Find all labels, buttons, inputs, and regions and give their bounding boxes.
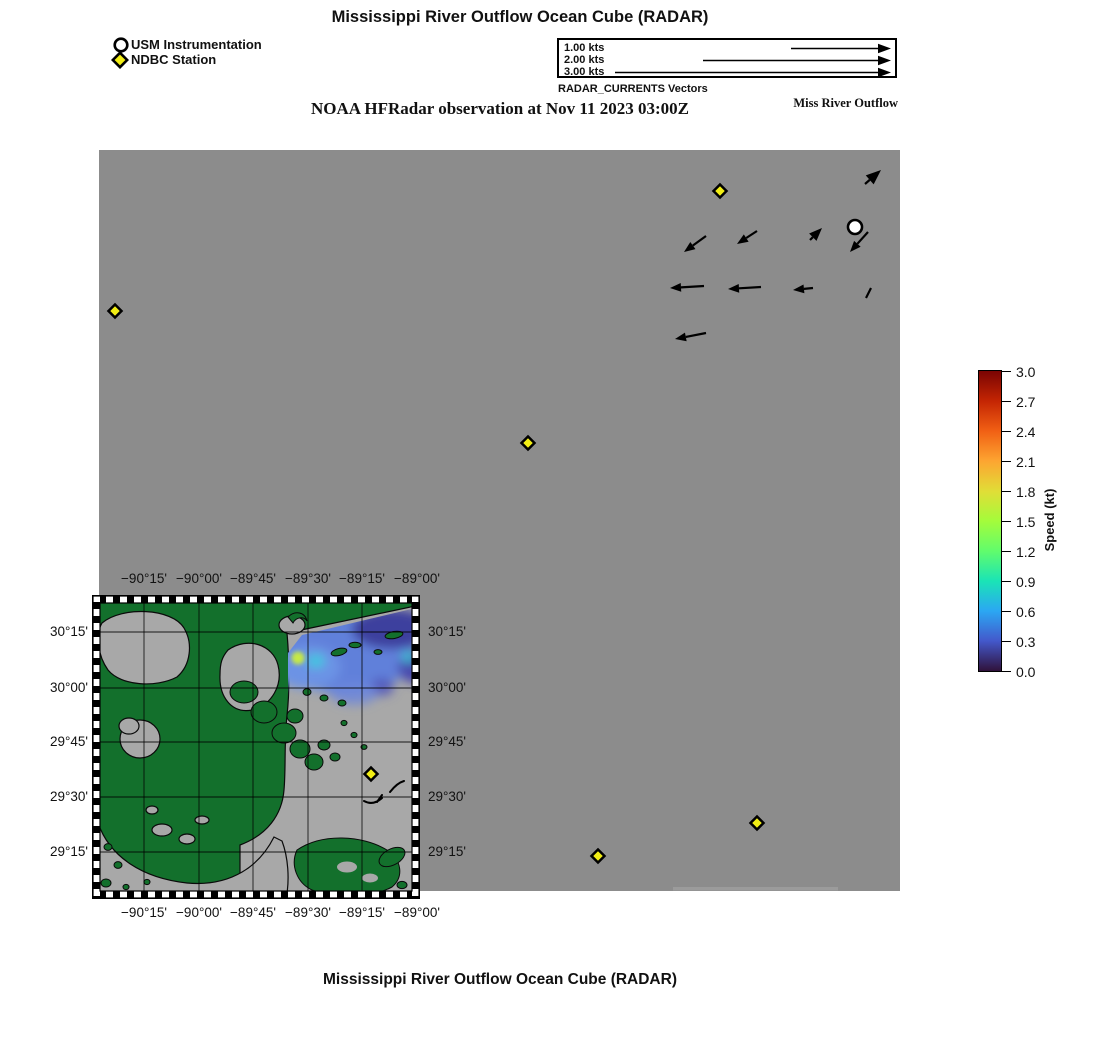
colorbar-tick bbox=[1002, 431, 1011, 433]
colorbar-tick-label: 2.1 bbox=[1016, 453, 1035, 471]
colorbar-tick bbox=[1002, 491, 1011, 493]
vector-scale-row-label: 1.00 kts bbox=[564, 42, 604, 54]
colorbar-tick-label: 2.4 bbox=[1016, 423, 1035, 441]
radar-map-figure: Mississippi River Outflow Ocean Cube (RA… bbox=[0, 0, 1100, 1050]
inset-latitude-label: 29°45' bbox=[36, 733, 88, 751]
current-vector-shaft bbox=[739, 287, 761, 288]
vector-scale-box: 1.00 kts2.00 kts3.00 kts bbox=[557, 38, 897, 78]
inset-coastal-map bbox=[92, 595, 420, 899]
vector-scale-row-label: 3.00 kts bbox=[564, 66, 604, 78]
inset-latitude-label: 29°45' bbox=[428, 733, 480, 751]
colorbar-tick-label: 1.8 bbox=[1016, 483, 1035, 501]
ndbc-diamond-icon bbox=[111, 51, 129, 69]
vector-scale-arrowhead bbox=[878, 56, 891, 66]
legend-ndbc-label: NDBC Station bbox=[131, 53, 216, 67]
colorbar-tick-label: 0.3 bbox=[1016, 633, 1035, 651]
current-vector-shaft bbox=[866, 288, 871, 298]
inset-latitude-label: 30°00' bbox=[36, 679, 88, 697]
current-vector-shaft bbox=[681, 286, 704, 287]
colorbar-tick-label: 3.0 bbox=[1016, 363, 1035, 381]
small-lake-lobe bbox=[119, 718, 139, 734]
colorbar-tick bbox=[1002, 521, 1011, 523]
inset-longitude-label: −89°15' bbox=[332, 904, 392, 922]
current-vector-head bbox=[675, 333, 687, 342]
current-vector-shaft bbox=[746, 231, 757, 238]
inset-longitude-label: −89°45' bbox=[223, 904, 283, 922]
colorbar: 3.02.72.42.11.81.51.20.90.60.30.0 bbox=[978, 370, 1000, 670]
colorbar-tick bbox=[1002, 581, 1011, 583]
inset-longitude-label: −89°15' bbox=[332, 570, 392, 588]
inset-latitude-label: 29°15' bbox=[428, 843, 480, 861]
current-vector-shaft bbox=[686, 333, 706, 337]
colorbar-axis-label: Speed (kt) bbox=[1040, 440, 1060, 600]
colorbar-tick bbox=[1002, 671, 1011, 673]
inset-longitude-label: −89°00' bbox=[387, 570, 447, 588]
inset-latitude-label: 30°15' bbox=[36, 623, 88, 641]
inset-latitude-label: 29°30' bbox=[36, 788, 88, 806]
inset-longitude-label: −90°00' bbox=[169, 570, 229, 588]
vector-scale-arrowhead bbox=[878, 68, 891, 76]
ndbc-station-marker bbox=[522, 437, 535, 450]
current-vector-head bbox=[737, 234, 749, 244]
inset-longitude-label: −90°15' bbox=[114, 570, 174, 588]
model-name-label: Miss River Outflow bbox=[700, 96, 898, 111]
page-title: Mississippi River Outflow Ocean Cube (RA… bbox=[0, 8, 1040, 27]
colorbar-tick bbox=[1002, 641, 1011, 643]
current-vector-shaft bbox=[865, 180, 870, 184]
inset-latitude-label: 29°30' bbox=[428, 788, 480, 806]
usm-instrumentation-marker bbox=[848, 220, 862, 234]
ndbc-station-marker bbox=[714, 185, 727, 198]
current-vector-head bbox=[684, 242, 695, 252]
current-vector-shaft bbox=[693, 236, 706, 246]
inset-coastal-svg bbox=[92, 595, 420, 899]
current-vector-shaft bbox=[804, 288, 813, 289]
colorbar-tick bbox=[1002, 371, 1011, 373]
inset-longitude-label: −89°45' bbox=[223, 570, 283, 588]
current-vector-head bbox=[670, 283, 681, 292]
vector-scale-caption: RADAR_CURRENTS Vectors bbox=[558, 83, 708, 95]
inset-longitude-label: −89°00' bbox=[387, 904, 447, 922]
inset-longitude-label: −90°15' bbox=[114, 904, 174, 922]
ndbc-station-marker bbox=[592, 850, 605, 863]
colorbar-tick bbox=[1002, 611, 1011, 613]
current-vector-shaft bbox=[810, 237, 813, 240]
inset-latitude-label: 29°15' bbox=[36, 843, 88, 861]
vector-scale-arrowhead bbox=[878, 44, 891, 54]
current-vector-head bbox=[728, 284, 739, 293]
colorbar-tick-label: 0.6 bbox=[1016, 603, 1035, 621]
inset-longitude-label: −89°30' bbox=[278, 904, 338, 922]
ndbc-station-marker bbox=[751, 817, 764, 830]
colorbar-tick-label: 2.7 bbox=[1016, 393, 1035, 411]
colorbar-tick bbox=[1002, 401, 1011, 403]
inset-latitude-label: 30°15' bbox=[428, 623, 480, 641]
shoreline-fragment bbox=[673, 887, 838, 891]
colorbar-tick-label: 1.5 bbox=[1016, 513, 1035, 531]
ndbc-station-marker bbox=[109, 305, 122, 318]
colorbar-tick-label: 0.9 bbox=[1016, 573, 1035, 591]
colorbar-tick-label: 1.2 bbox=[1016, 543, 1035, 561]
vector-scale-row-label: 2.00 kts bbox=[564, 54, 604, 66]
colorbar-tick-label: 0.0 bbox=[1016, 663, 1035, 681]
high-speed-spot bbox=[292, 652, 305, 665]
colorbar-tick bbox=[1002, 551, 1011, 553]
vector-scale-arrows bbox=[559, 40, 895, 76]
current-vector-head bbox=[793, 285, 804, 294]
colorbar-gradient bbox=[978, 370, 1002, 672]
legend-usm-label: USM Instrumentation bbox=[131, 38, 262, 52]
colorbar-tick bbox=[1002, 461, 1011, 463]
inset-longitude-label: −89°30' bbox=[278, 570, 338, 588]
inset-latitude-label: 30°00' bbox=[428, 679, 480, 697]
bottom-title: Mississippi River Outflow Ocean Cube (RA… bbox=[0, 971, 1000, 989]
inset-longitude-label: −90°00' bbox=[169, 904, 229, 922]
